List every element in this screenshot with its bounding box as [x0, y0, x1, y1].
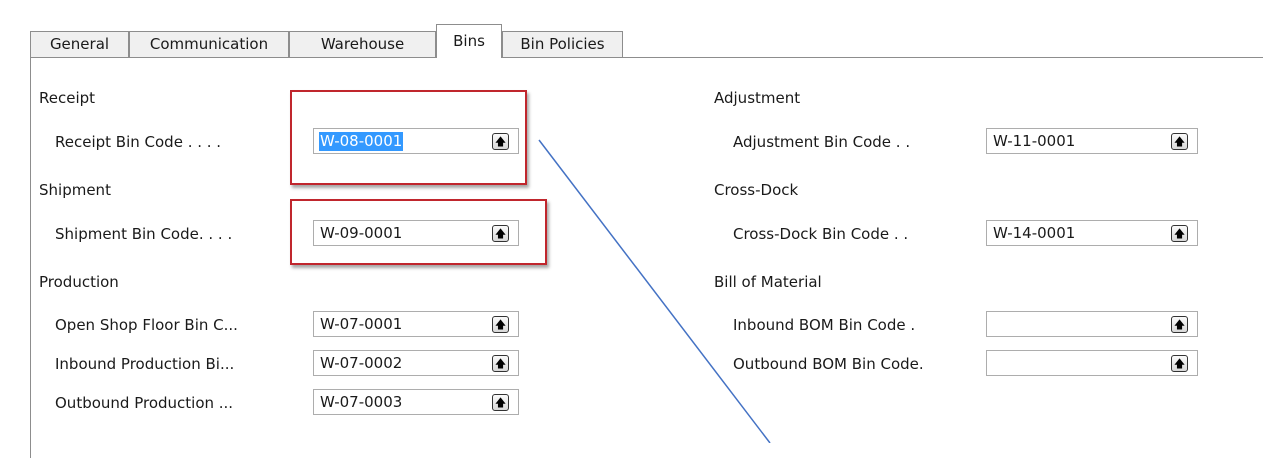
annotation-pointer-line [538, 139, 771, 443]
tab-bins[interactable]: Bins [436, 24, 502, 58]
